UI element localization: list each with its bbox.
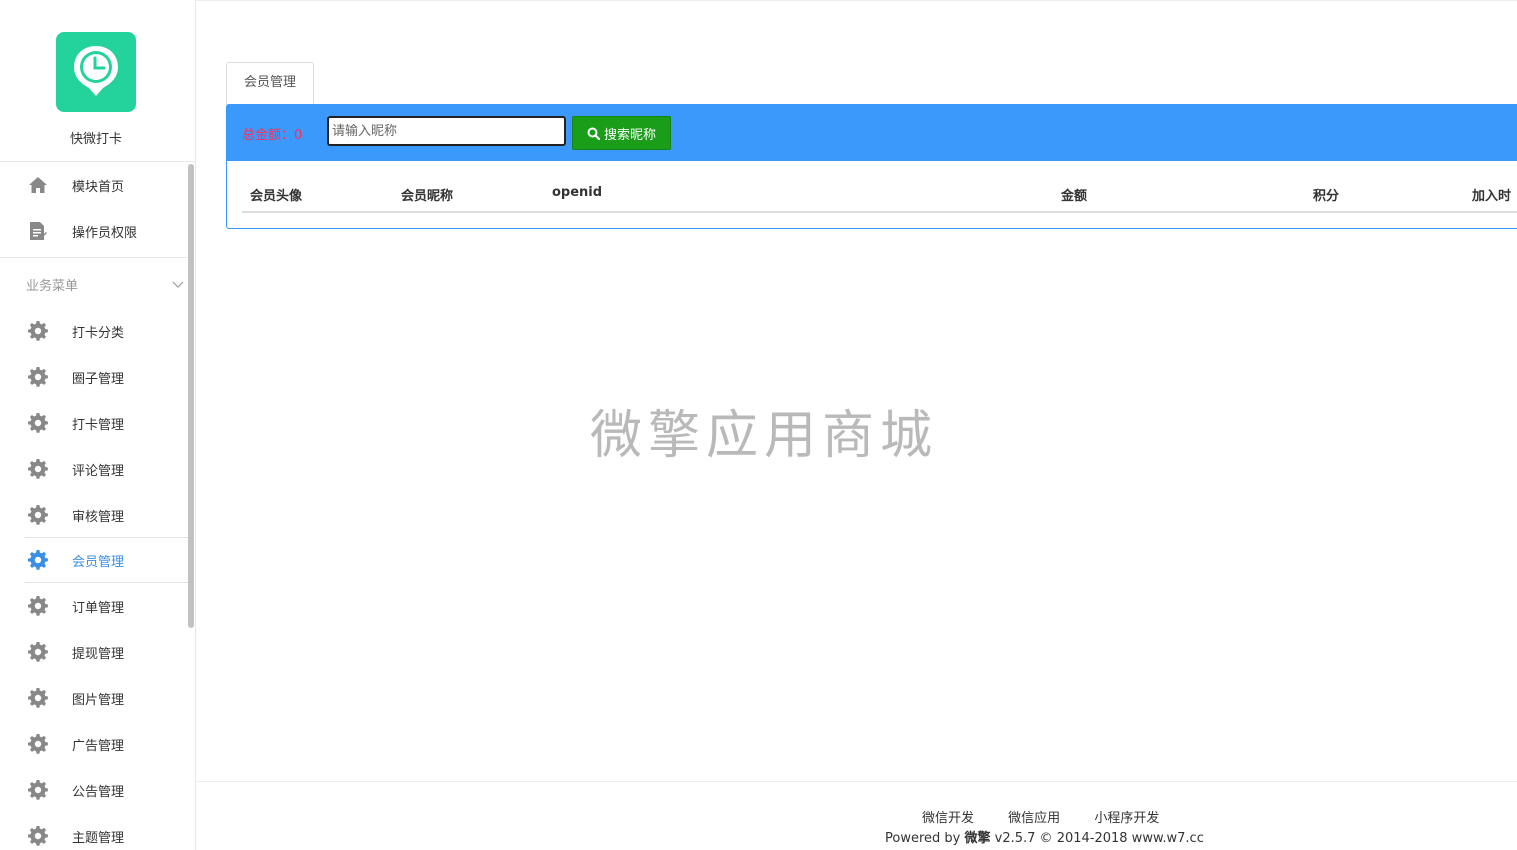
tab-member-management[interactable]: 会员管理	[226, 62, 314, 105]
gear-icon	[28, 505, 48, 525]
gear-icon	[28, 596, 48, 616]
sidebar-item-label: 圈子管理	[72, 371, 125, 387]
divider	[0, 257, 194, 258]
footer-link-wechat-dev[interactable]: 微信开发	[922, 811, 974, 826]
sidebar-item-label: 审核管理	[72, 509, 125, 525]
sidebar-item-7[interactable]: 订单管理	[0, 584, 186, 628]
sidebar-item-label: 模块首页	[72, 179, 125, 195]
home-icon	[28, 175, 48, 195]
sidebar-item-4[interactable]: 评论管理	[0, 447, 186, 491]
footer-link-miniprogram-dev[interactable]: 小程序开发	[1094, 811, 1159, 826]
sidebar: 快微打卡 模块首页 操作员权限 业务菜单 打卡分类圈子管理打卡管理评论管理审核管…	[0, 0, 196, 850]
search-icon	[587, 127, 600, 140]
sidebar-item-label: 提现管理	[72, 646, 125, 662]
search-nickname-button[interactable]: 搜索昵称	[572, 116, 671, 150]
powered-prefix: Powered by	[885, 831, 961, 846]
app-logo[interactable]	[56, 32, 136, 112]
sidebar-item-9[interactable]: 图片管理	[0, 676, 186, 720]
logo-area: 快微打卡	[0, 0, 195, 162]
top-border	[196, 0, 1517, 1]
footer-links: 微信开发 微信应用 小程序开发	[922, 807, 1189, 826]
sidebar-item-operator-permissions[interactable]: 操作员权限	[0, 209, 186, 253]
sidebar-item-module-home[interactable]: 模块首页	[0, 163, 186, 207]
footer-link-wechat-apps[interactable]: 微信应用	[1008, 811, 1060, 826]
sidebar-item-6[interactable]: 会员管理	[0, 538, 186, 582]
watermark: 微擎应用商城	[590, 406, 939, 466]
sidebar-item-5[interactable]: 审核管理	[0, 493, 186, 537]
document-edit-icon	[28, 221, 48, 241]
sidebar-item-2[interactable]: 圈子管理	[0, 355, 186, 399]
gear-icon	[28, 459, 48, 479]
sidebar-item-label: 图片管理	[72, 692, 125, 708]
gear-icon	[28, 734, 48, 754]
sidebar-item-8[interactable]: 提现管理	[0, 630, 186, 674]
footer-divider	[196, 781, 1517, 782]
sidebar-item-label: 广告管理	[72, 738, 125, 754]
gear-icon	[28, 321, 48, 341]
search-button-label: 搜索昵称	[603, 127, 656, 143]
gear-icon	[28, 367, 48, 387]
gear-icon	[28, 642, 48, 662]
sidebar-item-1[interactable]: 打卡分类	[0, 309, 186, 353]
clock-pin-icon	[74, 46, 118, 96]
gear-icon	[28, 780, 48, 800]
gear-icon	[28, 688, 48, 708]
gear-icon	[28, 550, 48, 570]
sidebar-item-label: 公告管理	[72, 784, 125, 800]
sidebar-item-label: 操作员权限	[72, 225, 138, 241]
sidebar-item-label: 评论管理	[72, 463, 125, 479]
sidebar-scrollbar[interactable]	[188, 164, 194, 628]
column-header-openid: openid	[552, 185, 603, 200]
sidebar-item-label: 打卡管理	[72, 417, 125, 433]
sidebar-item-12[interactable]: 主题管理	[0, 814, 186, 850]
sidebar-item-label: 打卡分类	[72, 325, 125, 341]
column-header-nickname: 会员昵称	[401, 189, 454, 204]
powered-suffix: v2.5.7 © 2014-2018 www.w7.cc	[994, 831, 1204, 846]
chevron-down-icon[interactable]	[172, 274, 184, 293]
sidebar-item-10[interactable]: 广告管理	[0, 722, 186, 766]
footer-powered-by: Powered by 微擎 v2.5.7 © 2014-2018 www.w7.…	[885, 827, 1204, 846]
gear-icon	[28, 826, 48, 846]
table-header: 会员头像 会员昵称 openid 金额 积分 加入时	[242, 175, 1517, 213]
column-header-amount: 金额	[1061, 189, 1088, 204]
sidebar-item-label: 会员管理	[72, 554, 125, 570]
section-title: 业务菜单	[26, 279, 79, 294]
powered-brand[interactable]: 微擎	[965, 831, 991, 846]
total-amount: 总金额：0	[242, 128, 303, 143]
member-panel: 总金额：0 搜索昵称 会员头像 会员昵称 openid 金额 积分 加入时	[226, 104, 1517, 229]
sidebar-item-11[interactable]: 公告管理	[0, 768, 186, 812]
panel-header: 总金额：0 搜索昵称	[227, 105, 1517, 161]
column-header-points: 积分	[1313, 189, 1340, 204]
sidebar-item-3[interactable]: 打卡管理	[0, 401, 186, 445]
sidebar-item-label: 订单管理	[72, 600, 125, 616]
column-header-join-time: 加入时	[1472, 189, 1512, 204]
app-name: 快微打卡	[69, 132, 122, 147]
gear-icon	[28, 413, 48, 433]
nickname-search-input[interactable]	[327, 116, 566, 146]
column-header-avatar: 会员头像	[250, 189, 303, 204]
sidebar-item-label: 主题管理	[72, 830, 125, 846]
